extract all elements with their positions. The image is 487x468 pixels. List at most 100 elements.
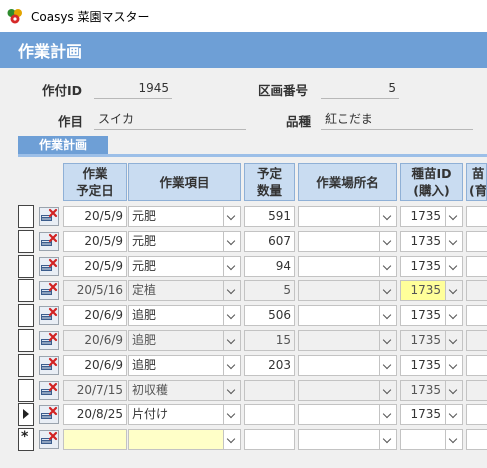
quantity-cell[interactable]: 591: [244, 206, 295, 227]
date-cell[interactable]: 20/6/9: [63, 330, 127, 351]
work-item-combo[interactable]: 初収穫: [128, 379, 241, 401]
delete-row-button[interactable]: [39, 405, 59, 425]
work-item-combo[interactable]: 元肥: [128, 230, 241, 252]
quantity-cell[interactable]: 607: [244, 230, 295, 252]
seed-id-combo[interactable]: 1735: [400, 379, 463, 401]
seed-id-combo[interactable]: 1735: [400, 305, 463, 327]
delete-row-button[interactable]: [39, 231, 59, 251]
seedling-cell[interactable]: [466, 354, 487, 376]
delete-row-button[interactable]: [39, 256, 59, 276]
chevron-down-icon[interactable]: [445, 380, 462, 400]
seedling-cell[interactable]: [466, 429, 487, 451]
record-selector[interactable]: [18, 353, 34, 377]
seed-id-combo[interactable]: 1735: [400, 330, 463, 351]
seedling-cell[interactable]: [466, 206, 487, 227]
quantity-cell[interactable]: 203: [244, 354, 295, 376]
chevron-down-icon[interactable]: [223, 380, 240, 400]
place-combo[interactable]: [298, 330, 397, 351]
place-combo[interactable]: [298, 404, 397, 426]
seedling-cell[interactable]: [466, 255, 487, 277]
seed-id-combo[interactable]: 1735: [400, 354, 463, 376]
chevron-down-icon[interactable]: [379, 331, 396, 350]
chevron-down-icon[interactable]: [379, 306, 396, 326]
chevron-down-icon[interactable]: [445, 207, 462, 226]
seed-id-combo[interactable]: 1735: [400, 230, 463, 252]
quantity-cell[interactable]: 5: [244, 280, 295, 302]
record-selector[interactable]: *: [18, 428, 34, 452]
date-cell[interactable]: 20/5/9: [63, 230, 127, 252]
chevron-down-icon[interactable]: [379, 256, 396, 276]
place-combo[interactable]: [298, 354, 397, 376]
date-cell[interactable]: 20/5/9: [63, 206, 127, 227]
chevron-down-icon[interactable]: [379, 355, 396, 375]
chevron-down-icon[interactable]: [223, 231, 240, 251]
seedling-cell[interactable]: [466, 230, 487, 252]
chevron-down-icon[interactable]: [445, 231, 462, 251]
delete-row-button[interactable]: [39, 207, 59, 226]
chevron-down-icon[interactable]: [379, 207, 396, 226]
quantity-cell[interactable]: 15: [244, 330, 295, 351]
work-item-combo[interactable]: 定植: [128, 280, 241, 302]
chevron-down-icon[interactable]: [379, 405, 396, 425]
quantity-cell[interactable]: [244, 404, 295, 426]
seed-id-combo[interactable]: [400, 429, 463, 451]
work-item-combo[interactable]: 元肥: [128, 206, 241, 227]
seedling-cell[interactable]: [466, 379, 487, 401]
chevron-down-icon[interactable]: [223, 355, 240, 375]
record-selector[interactable]: [18, 304, 34, 328]
chevron-down-icon[interactable]: [223, 306, 240, 326]
seedling-cell[interactable]: [466, 305, 487, 327]
place-combo[interactable]: [298, 379, 397, 401]
chevron-down-icon[interactable]: [223, 430, 240, 450]
delete-row-button[interactable]: [39, 355, 59, 375]
sakumotsu-field[interactable]: スイカ: [94, 110, 246, 130]
date-cell[interactable]: 20/8/25: [63, 404, 127, 426]
quantity-cell[interactable]: 94: [244, 255, 295, 277]
work-item-combo[interactable]: 追肥: [128, 330, 241, 351]
hinshu-field[interactable]: 紅こだま: [321, 110, 473, 130]
record-selector[interactable]: [18, 279, 34, 303]
chevron-down-icon[interactable]: [445, 405, 462, 425]
seed-id-combo[interactable]: 1735: [400, 255, 463, 277]
delete-row-button[interactable]: [39, 380, 59, 400]
seedling-cell[interactable]: [466, 404, 487, 426]
chevron-down-icon[interactable]: [445, 256, 462, 276]
delete-row-button[interactable]: [39, 306, 59, 326]
place-combo[interactable]: [298, 255, 397, 277]
place-combo[interactable]: [298, 280, 397, 302]
record-selector[interactable]: [18, 378, 34, 402]
date-cell[interactable]: [63, 429, 127, 451]
chevron-down-icon[interactable]: [223, 207, 240, 226]
date-cell[interactable]: 20/6/9: [63, 354, 127, 376]
record-selector[interactable]: [18, 254, 34, 278]
quantity-cell[interactable]: [244, 379, 295, 401]
record-selector[interactable]: [18, 329, 34, 352]
date-cell[interactable]: 20/5/16: [63, 280, 127, 302]
work-item-combo[interactable]: [128, 429, 241, 451]
record-selector[interactable]: [18, 205, 34, 228]
delete-row-button[interactable]: [39, 331, 59, 350]
chevron-down-icon[interactable]: [223, 281, 240, 301]
chevron-down-icon[interactable]: [445, 355, 462, 375]
place-combo[interactable]: [298, 305, 397, 327]
chevron-down-icon[interactable]: [223, 405, 240, 425]
place-combo[interactable]: [298, 206, 397, 227]
seedling-cell[interactable]: [466, 330, 487, 351]
seed-id-combo[interactable]: 1735: [400, 206, 463, 227]
quantity-cell[interactable]: [244, 429, 295, 451]
chevron-down-icon[interactable]: [379, 281, 396, 301]
chevron-down-icon[interactable]: [379, 380, 396, 400]
work-item-combo[interactable]: 追肥: [128, 354, 241, 376]
chevron-down-icon[interactable]: [445, 306, 462, 326]
delete-row-button[interactable]: [39, 281, 59, 301]
date-cell[interactable]: 20/7/15: [63, 379, 127, 401]
chevron-down-icon[interactable]: [379, 430, 396, 450]
work-item-combo[interactable]: 元肥: [128, 255, 241, 277]
kukaku-bango-field[interactable]: 5: [321, 79, 399, 99]
place-combo[interactable]: [298, 230, 397, 252]
chevron-down-icon[interactable]: [445, 430, 462, 450]
work-item-combo[interactable]: 追肥: [128, 305, 241, 327]
chevron-down-icon[interactable]: [445, 331, 462, 350]
quantity-cell[interactable]: 506: [244, 305, 295, 327]
place-combo[interactable]: [298, 429, 397, 451]
